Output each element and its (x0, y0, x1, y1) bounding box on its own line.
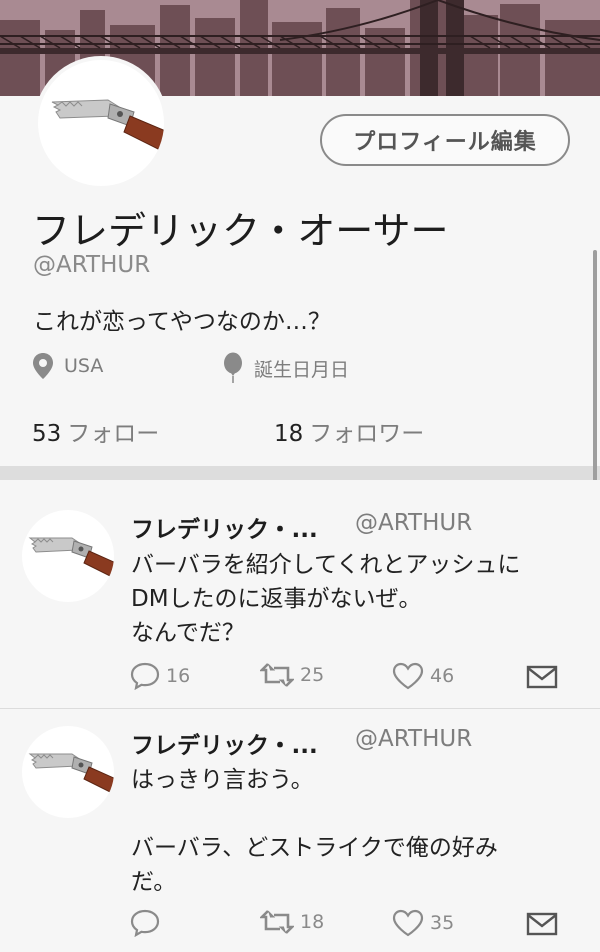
profile-avatar[interactable] (34, 56, 168, 190)
like-count: 46 (430, 665, 455, 687)
knife-icon (28, 753, 114, 793)
following-count: 53 (32, 421, 62, 447)
envelope-icon (526, 665, 558, 689)
envelope-icon (526, 912, 558, 936)
tweet-avatar[interactable] (22, 510, 114, 602)
following-link[interactable]: 53 フォロー (32, 414, 159, 448)
profile-display-name: フレデリック・オーサー (32, 209, 449, 253)
profile-location: USA (32, 352, 103, 380)
retweet-icon (260, 663, 294, 687)
tweet-item[interactable]: フレデリック・... @ARTHUR バーバラを紹介してくれとアッシュに DMし… (0, 480, 600, 708)
birthday-text: 誕生日月日 (254, 358, 350, 381)
followers-label: フォロワー (309, 421, 425, 447)
reply-icon (130, 909, 160, 937)
reply-icon (130, 662, 160, 690)
reply-button[interactable] (130, 909, 166, 937)
location-text: USA (64, 355, 104, 377)
knife-icon (28, 537, 114, 577)
balloon-icon (224, 352, 242, 383)
like-button[interactable]: 35 (392, 909, 454, 937)
tweet-author-name: フレデリック・... (131, 733, 318, 759)
location-pin-icon (33, 353, 53, 379)
profile-bio: これが恋ってやつなのか…？ (33, 309, 331, 335)
heart-icon (392, 909, 424, 937)
tweet-author-handle: @ARTHUR (355, 726, 473, 752)
retweet-button[interactable]: 18 (260, 909, 324, 935)
followers-count: 18 (274, 421, 304, 447)
followers-link[interactable]: 18 フォロワー (274, 414, 424, 448)
retweet-count: 18 (300, 911, 325, 933)
tweet-author-name: フレデリック・... (131, 517, 318, 543)
tweet-text: はっきり言おう。 バーバラ、どストライクで俺の好み だ。 (131, 767, 498, 895)
retweet-icon (260, 910, 294, 934)
profile-section: プロフィール編集 フレデリック・オーサー @ARTHUR これが恋ってやつなのか… (0, 56, 600, 466)
message-button[interactable] (526, 912, 558, 936)
section-separator (0, 466, 600, 480)
message-button[interactable] (526, 665, 558, 689)
following-label: フォロー (67, 421, 160, 447)
retweet-count: 25 (300, 664, 325, 686)
reply-button[interactable]: 16 (130, 662, 190, 690)
tweet-item[interactable]: フレデリック・... @ARTHUR はっきり言おう。 バーバラ、どストライクで… (0, 709, 600, 952)
tweet-text: バーバラを紹介してくれとアッシュに DMしたのに返事がないぜ。 なんでだ？ (131, 552, 521, 646)
profile-handle: @ARTHUR (33, 252, 151, 278)
knife-icon (51, 99, 164, 151)
heart-icon (392, 662, 424, 690)
like-count: 35 (430, 912, 455, 934)
retweet-button[interactable]: 25 (260, 662, 324, 688)
edit-profile-button[interactable]: プロフィール編集 (320, 114, 570, 166)
scrollbar[interactable] (593, 250, 597, 496)
profile-birthday: 誕生日月日 (222, 352, 349, 384)
tweet-avatar[interactable] (22, 726, 114, 818)
tweet-author-handle: @ARTHUR (355, 510, 473, 536)
like-button[interactable]: 46 (392, 662, 454, 690)
reply-count: 16 (166, 665, 191, 687)
